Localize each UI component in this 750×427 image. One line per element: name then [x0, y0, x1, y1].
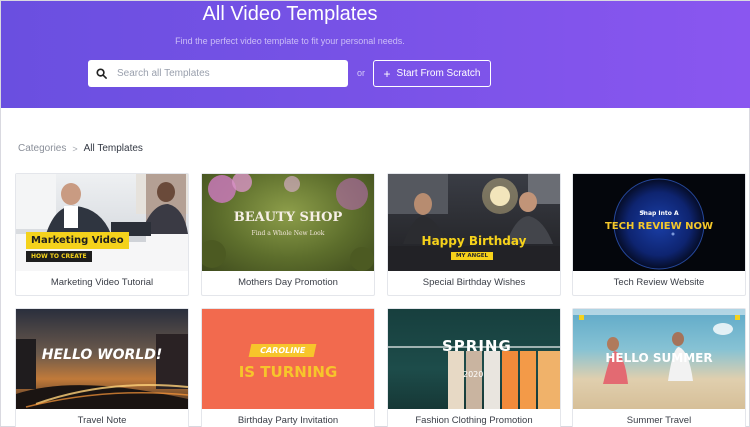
template-thumbnail[interactable]: HELLO SUMMER	[573, 309, 745, 409]
page-subtitle: Find the perfect video template to fit y…	[175, 36, 405, 46]
template-card[interactable]: CAROLINE IS TURNING Birthday Party Invit…	[201, 308, 375, 427]
thumb-title: IS TURNING	[238, 363, 338, 381]
template-title[interactable]: Tech Review Website	[573, 271, 745, 295]
template-thumbnail[interactable]: CAROLINE IS TURNING	[202, 309, 374, 409]
clothing-rack-image	[388, 346, 560, 409]
template-card[interactable]: HELLO SUMMER Summer Travel	[572, 308, 746, 427]
plus-icon: +	[383, 66, 391, 81]
template-thumbnail[interactable]: Snap Into A TECH REVIEW NOW	[573, 174, 745, 271]
or-separator: or	[357, 68, 366, 78]
thumb-title: HELLO WORLD!	[41, 347, 163, 363]
template-thumbnail[interactable]: SPRING 2020	[388, 309, 560, 409]
hero-banner: All Video Templates Find the perfect vid…	[1, 1, 750, 108]
template-thumbnail[interactable]: HELLO WORLD!	[16, 309, 188, 409]
thumb-title: Marketing Video	[26, 232, 129, 249]
breadcrumb-current: All Templates	[83, 143, 143, 154]
template-card[interactable]: SPRING 2020 Fashion Clothing Promotion	[387, 308, 561, 427]
template-thumbnail[interactable]: Marketing Video HOW TO CREATE	[16, 174, 188, 271]
thumb-title: BEAUTY SHOP	[233, 210, 343, 225]
template-card[interactable]: Marketing Video HOW TO CREATE Marketing …	[15, 173, 189, 296]
breadcrumb: Categories > All Templates	[18, 143, 143, 154]
template-thumbnail[interactable]: BEAUTY SHOP Find a Whole New Look	[202, 174, 374, 271]
thumb-title: SPRING	[442, 337, 512, 355]
thumb-subtitle: 2020	[463, 370, 484, 379]
template-title[interactable]: Birthday Party Invitation	[202, 409, 374, 427]
template-title[interactable]: Summer Travel	[573, 409, 745, 427]
search-bar[interactable]	[88, 60, 348, 87]
thumb-subtitle: HOW TO CREATE	[26, 251, 92, 262]
template-title[interactable]: Mothers Day Promotion	[202, 271, 374, 295]
template-card[interactable]: BEAUTY SHOP Find a Whole New Look Mother…	[201, 173, 375, 296]
template-title[interactable]: Special Birthday Wishes	[388, 271, 560, 295]
template-title[interactable]: Marketing Video Tutorial	[16, 271, 188, 295]
thumb-title: Happy Birthday	[421, 234, 527, 248]
thumb-subtitle: CAROLINE	[248, 344, 317, 357]
template-card[interactable]: HELLO WORLD! Travel Note	[15, 308, 189, 427]
thumb-subtitle: MY ANGEL	[451, 252, 494, 260]
page-title: All Video Templates	[202, 3, 378, 25]
thumb-title: HELLO SUMMER	[605, 351, 713, 365]
breadcrumb-categories-link[interactable]: Categories	[18, 143, 66, 154]
thumb-subtitle: Find a Whole New Look	[251, 230, 325, 237]
search-icon	[96, 68, 107, 79]
template-title[interactable]: Travel Note	[16, 409, 188, 427]
start-from-scratch-label: Start From Scratch	[396, 68, 481, 79]
thumb-title: TECH REVIEW NOW	[604, 221, 714, 232]
search-input[interactable]	[117, 68, 327, 79]
template-title[interactable]: Fashion Clothing Promotion	[388, 409, 560, 427]
template-card[interactable]: Happy Birthday MY ANGEL Special Birthday…	[387, 173, 561, 296]
template-thumbnail[interactable]: Happy Birthday MY ANGEL	[388, 174, 560, 271]
template-card[interactable]: Snap Into A TECH REVIEW NOW Tech Review …	[572, 173, 746, 296]
thumb-subtitle: Snap Into A	[639, 210, 679, 217]
breadcrumb-separator: >	[72, 143, 78, 154]
start-from-scratch-button[interactable]: + Start From Scratch	[373, 60, 491, 87]
